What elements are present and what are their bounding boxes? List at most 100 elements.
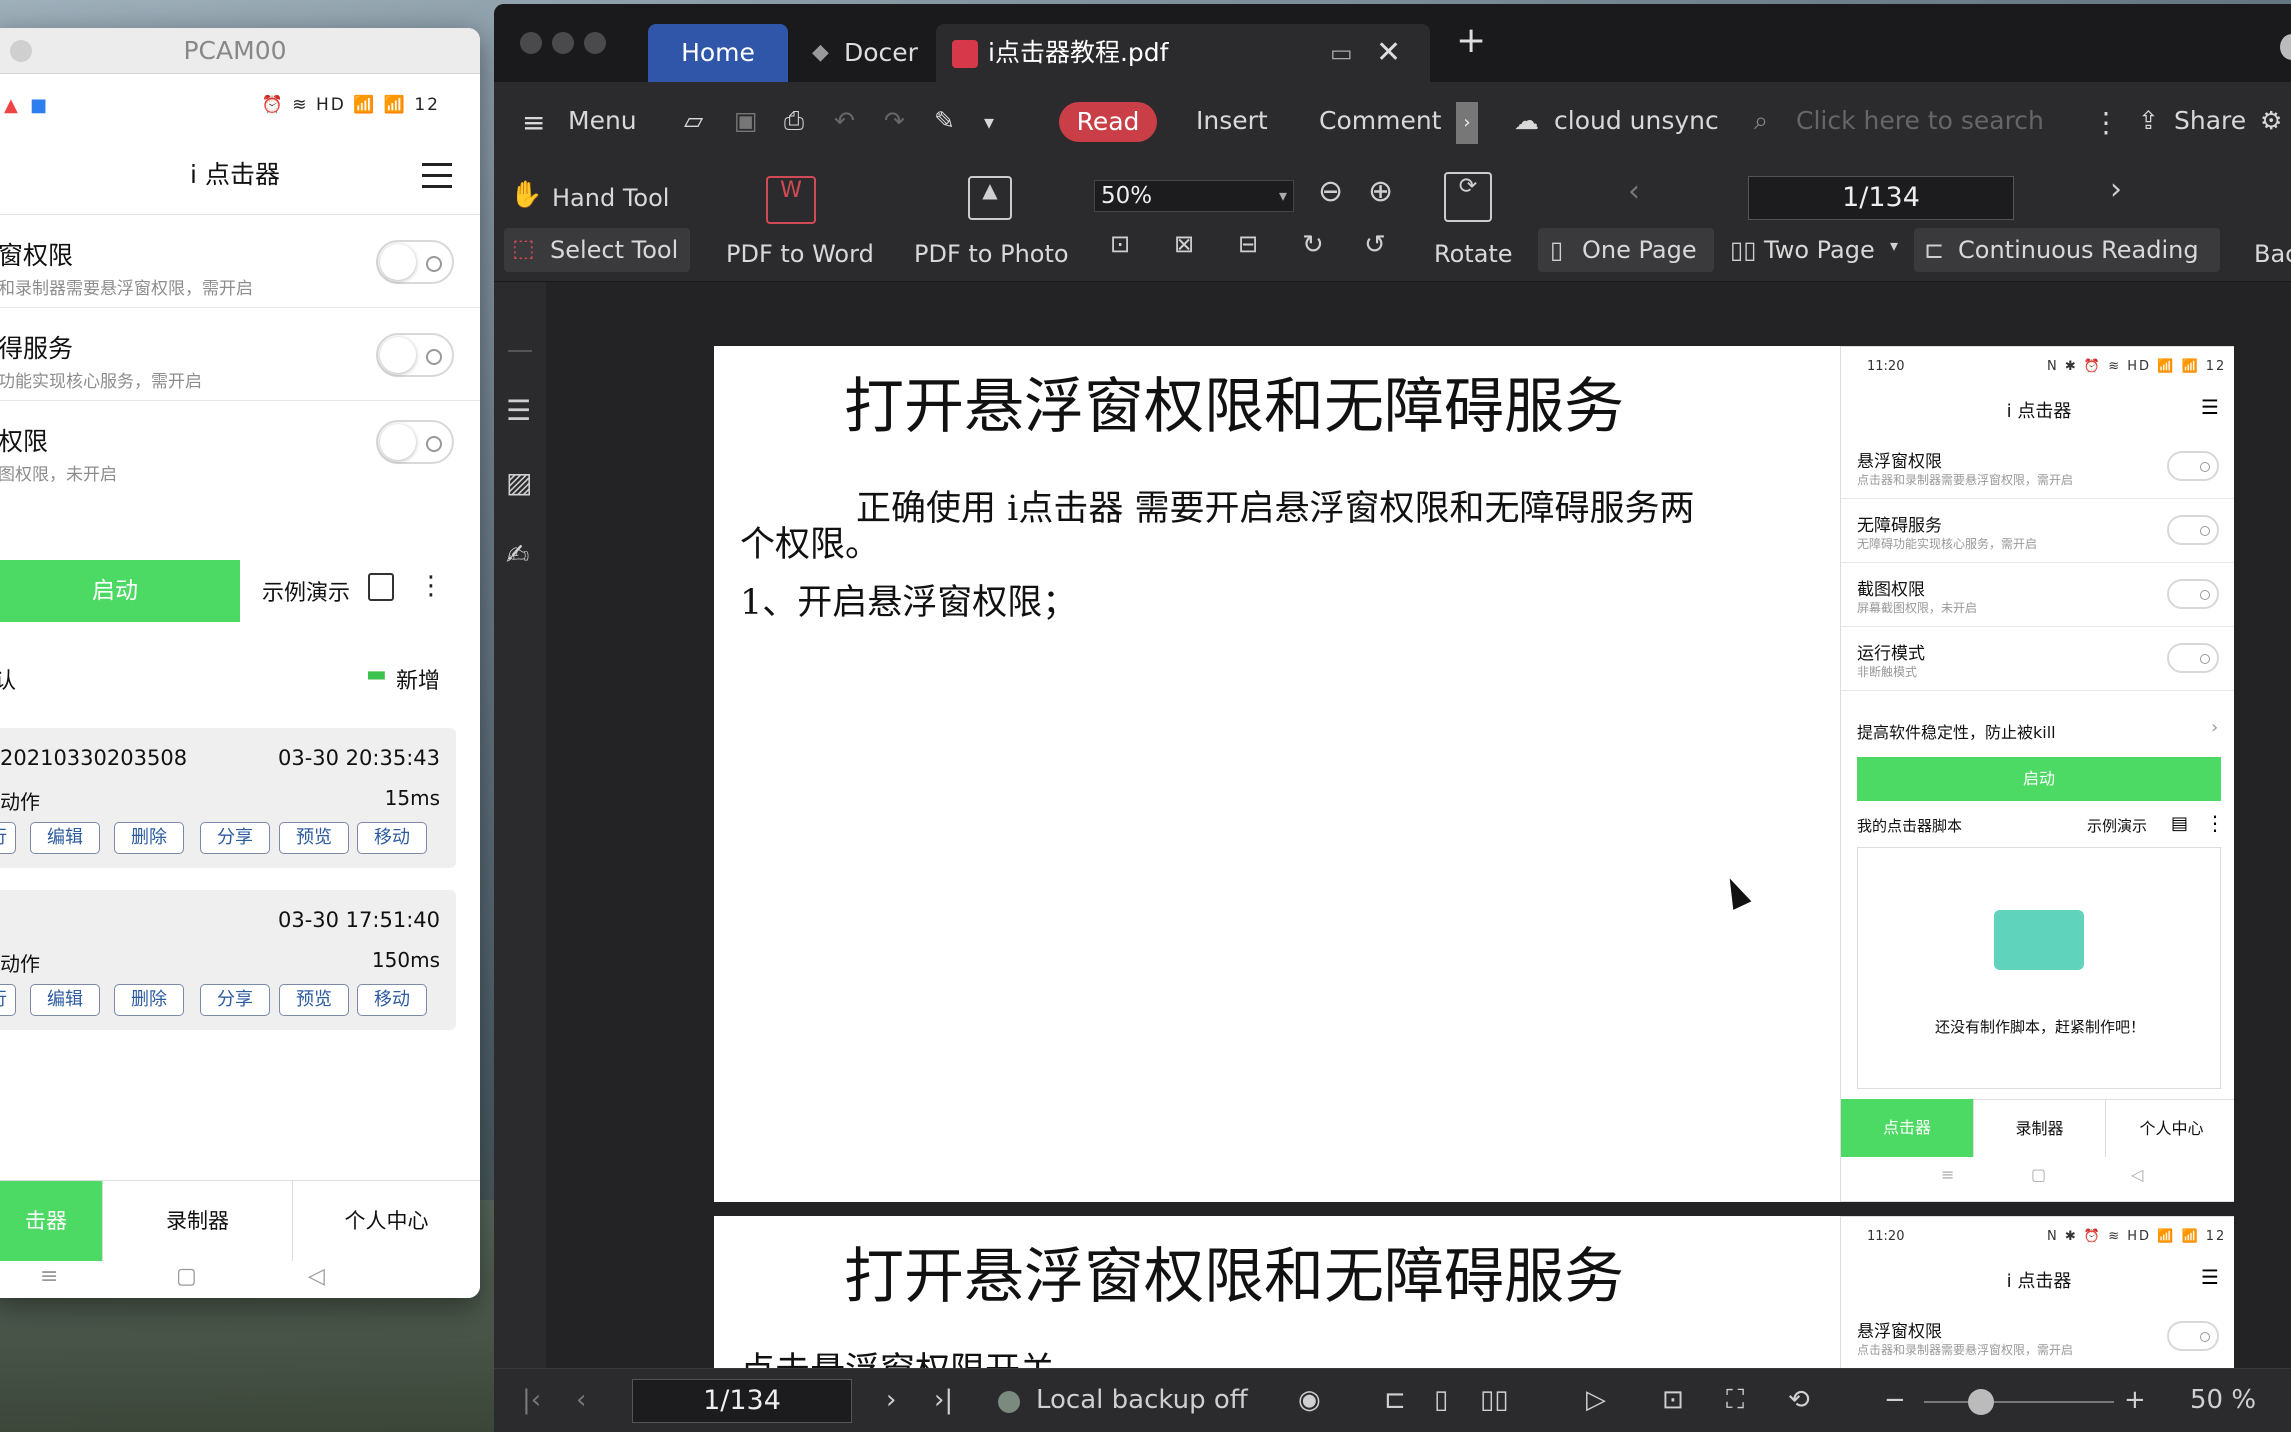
backup-status[interactable]: Local backup off — [1036, 1385, 1248, 1415]
delete-button[interactable]: 删除 — [114, 984, 184, 1016]
tab-home[interactable]: Home — [648, 24, 788, 84]
rotate-button[interactable]: Rotate — [1434, 240, 1513, 268]
fit-width-icon[interactable]: ⊟ — [1238, 230, 1258, 258]
search-icon[interactable]: ⌕ — [1754, 106, 1768, 136]
actual-size-icon[interactable]: ⊡ — [1110, 230, 1130, 258]
menu-icon[interactable]: ≡ — [522, 106, 545, 139]
tab-read[interactable]: Read — [1059, 102, 1157, 142]
next-page-icon[interactable]: › — [886, 1385, 896, 1415]
actual-size-icon[interactable]: ⊡ — [1662, 1385, 1684, 1415]
delete-button[interactable]: 删除 — [114, 822, 184, 854]
fit-page-icon[interactable]: ⊠ — [1174, 230, 1194, 258]
demo-link[interactable]: 示例演示 — [262, 575, 350, 607]
window-zoom-button[interactable] — [584, 32, 606, 54]
search-input[interactable]: Click here to search — [1796, 106, 2044, 135]
window-minimize-button[interactable] — [552, 32, 574, 54]
sign-icon[interactable]: ✎ — [934, 106, 955, 135]
next-page-icon[interactable]: › — [2110, 172, 2122, 207]
hamburger-menu-icon[interactable] — [422, 163, 452, 189]
close-tab-icon[interactable]: ✕ — [1376, 24, 1401, 82]
zoom-in-icon[interactable]: + — [2124, 1385, 2146, 1415]
single-page-icon[interactable]: ▯ — [1434, 1385, 1448, 1415]
zoom-slider-track[interactable] — [1924, 1401, 2114, 1403]
eye-icon[interactable]: ◉ — [1298, 1385, 1321, 1415]
chevron-down-icon[interactable]: ▾ — [984, 110, 994, 134]
zoom-out-icon[interactable]: ⊖ — [1318, 174, 1343, 209]
tab-profile[interactable]: 个人中心 — [292, 1181, 480, 1261]
zoom-slider-thumb[interactable] — [1968, 1389, 1994, 1415]
add-script-link[interactable]: 新增 — [396, 663, 440, 695]
one-page-button[interactable]: ▯ One Page — [1538, 228, 1714, 272]
two-page-button[interactable]: ▯▯ Two Page — [1720, 228, 1890, 272]
edit-button[interactable]: 编辑 — [30, 984, 100, 1016]
select-tool-button[interactable]: ⬚ Select Tool — [504, 228, 690, 272]
save-icon[interactable]: ▣ — [734, 106, 758, 135]
rotate-left-icon[interactable]: ↻ — [1302, 230, 1324, 260]
share-button[interactable]: 分享 — [200, 984, 270, 1016]
accessibility-toggle[interactable] — [376, 333, 454, 377]
continuous-view-icon[interactable]: ⊏ — [1384, 1385, 1406, 1415]
pdf-to-word-button[interactable]: PDF to Word — [726, 240, 874, 268]
first-page-icon[interactable]: |‹ — [522, 1385, 541, 1415]
run-button[interactable]: 行 — [0, 984, 16, 1016]
zoom-out-icon[interactable]: − — [1884, 1385, 1906, 1415]
continuous-reading-button[interactable]: ⊏ Continuous Reading — [1914, 228, 2220, 272]
floating-window-toggle[interactable] — [376, 240, 454, 284]
thumbnail-icon[interactable]: ▨ — [506, 466, 532, 499]
chevron-down-icon[interactable]: ▾ — [1890, 236, 1898, 255]
move-button[interactable]: 移动 — [357, 984, 427, 1016]
tab-recorder[interactable]: 录制器 — [102, 1181, 292, 1261]
prev-page-icon[interactable]: ‹ — [1628, 174, 1640, 209]
zoom-in-icon[interactable]: ⊕ — [1368, 174, 1393, 209]
more-options-icon[interactable]: ⋮ — [2092, 106, 2120, 139]
script-list-icon[interactable] — [368, 573, 394, 601]
more-vertical-icon[interactable]: ⋮ — [418, 571, 444, 601]
pdf-to-photo-button[interactable]: PDF to Photo — [914, 240, 1069, 268]
back-nav-icon[interactable]: ◁ — [308, 1264, 325, 1289]
phone-window-titlebar[interactable]: PCAM00 — [0, 28, 480, 74]
avatar[interactable] — [2280, 34, 2291, 60]
edit-button[interactable]: 编辑 — [30, 822, 100, 854]
tab-comment[interactable]: Comment — [1319, 106, 1442, 135]
preview-button[interactable]: 预览 — [279, 984, 349, 1016]
home-nav-icon[interactable]: ▢ — [176, 1264, 197, 1289]
share-button[interactable]: 分享 — [200, 822, 270, 854]
share-button[interactable]: Share — [2174, 106, 2246, 135]
settings-gear-icon[interactable]: ⚙ — [2260, 106, 2282, 135]
redo-icon[interactable]: ↷ — [884, 106, 905, 135]
tab-document[interactable]: i点击器教程.pdf ▭ ✕ — [936, 24, 1430, 84]
undo-icon[interactable]: ↶ — [834, 106, 855, 135]
tab-docer[interactable]: ◆ Docer — [794, 24, 934, 84]
tab-clicker[interactable]: 击器 — [0, 1181, 102, 1261]
outline-icon[interactable]: ☰ — [506, 394, 531, 427]
start-button[interactable]: 启动 — [0, 560, 240, 622]
new-tab-icon[interactable]: + — [1456, 20, 1486, 61]
folder-icon[interactable]: ▬ — [366, 662, 387, 687]
signature-icon[interactable]: ✍ — [506, 538, 529, 571]
script-card[interactable]: 03-30 17:51:40 动作 150ms 行 编辑 删除 分享 预览 移动 — [0, 890, 456, 1030]
fit-window-icon[interactable]: ⛶ — [1726, 1385, 1744, 1416]
more-tabs-chevron-icon[interactable]: › — [1456, 102, 1478, 144]
move-button[interactable]: 移动 — [357, 822, 427, 854]
zoom-select[interactable]: 50% ▾ — [1094, 180, 1294, 212]
page-number-input[interactable]: 1/134 — [1748, 176, 2014, 220]
monitor-icon[interactable]: ▭ — [1330, 24, 1353, 82]
background-button[interactable]: Bac — [2254, 240, 2291, 268]
two-page-view-icon[interactable]: ▯▯ — [1480, 1385, 1509, 1415]
window-close-button[interactable] — [10, 40, 32, 62]
preview-button[interactable]: 预览 — [279, 822, 349, 854]
run-button[interactable]: 行 — [0, 822, 16, 854]
last-page-icon[interactable]: ›| — [934, 1385, 953, 1415]
hand-tool-button[interactable]: Hand Tool — [552, 184, 669, 212]
open-file-icon[interactable]: ▱ — [684, 106, 703, 135]
prev-page-icon[interactable]: ‹ — [576, 1385, 586, 1415]
window-close-button[interactable] — [520, 32, 542, 54]
print-icon[interactable]: ⎙ — [784, 106, 804, 136]
menu-nav-icon[interactable]: ≡ — [40, 1264, 58, 1289]
screenshot-toggle[interactable] — [376, 420, 454, 464]
document-canvas[interactable]: 打开悬浮窗权限和无障碍服务 正确使用 i点击器 需要开启悬浮窗权限和无障碍服务两… — [546, 282, 2291, 1376]
status-zoom[interactable]: 50 % — [2190, 1385, 2256, 1415]
rotate-right-icon[interactable]: ↺ — [1364, 230, 1386, 260]
menu-button[interactable]: Menu — [568, 106, 637, 135]
cloud-status[interactable]: cloud unsync — [1554, 106, 1719, 135]
